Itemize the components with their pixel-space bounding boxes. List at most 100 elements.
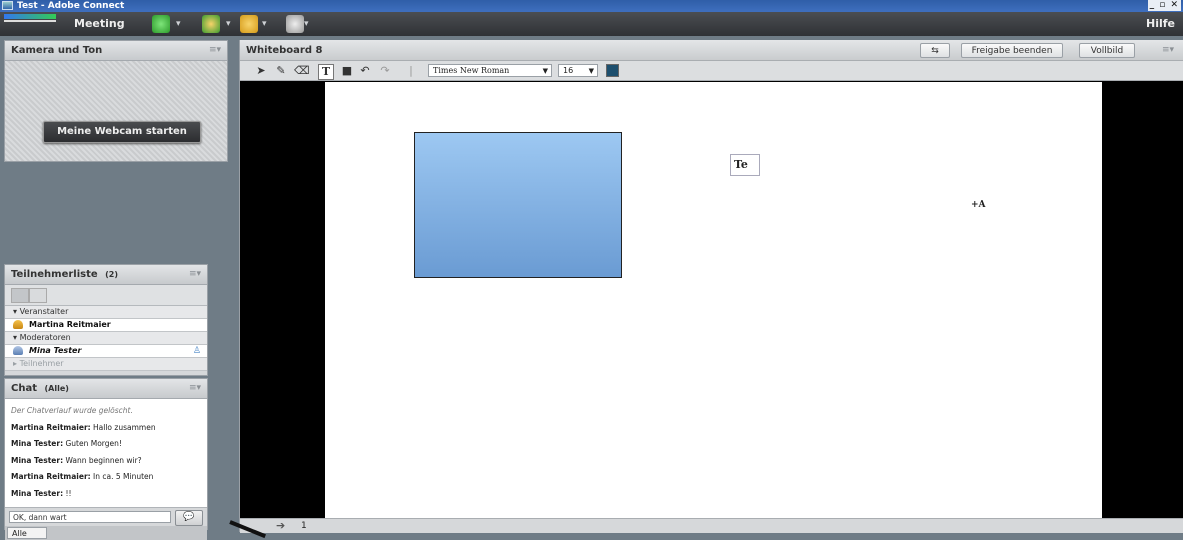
chat-author: Mina Tester: bbox=[11, 439, 64, 448]
page-number: 1 bbox=[301, 521, 307, 531]
chevron-down-icon[interactable]: ▾ bbox=[262, 12, 267, 36]
list-view-icon[interactable] bbox=[11, 288, 29, 303]
chevron-down-icon[interactable]: ▾ bbox=[176, 12, 181, 36]
font-size-value: 16 bbox=[563, 66, 574, 75]
attendee-pod: Teilnehmerliste (2) ≡▾ ▾ Veranstalter Ma… bbox=[4, 264, 208, 376]
chevron-down-icon: ▼ bbox=[588, 67, 594, 75]
app-icon bbox=[2, 1, 13, 10]
chat-text: Wann beginnen wir? bbox=[65, 455, 142, 465]
camera-pod-title: Kamera und Ton bbox=[11, 45, 103, 56]
eraser-tool-icon[interactable]: ⌫ bbox=[294, 64, 310, 78]
start-webcam-button[interactable]: Meine Webcam starten bbox=[43, 121, 201, 143]
host-icon bbox=[13, 320, 23, 329]
chevron-down-icon[interactable]: ▾ bbox=[304, 12, 309, 36]
group-label: Teilnehmer bbox=[19, 359, 64, 368]
chat-input[interactable]: OK, dann wart bbox=[9, 511, 171, 523]
speaker-icon[interactable] bbox=[152, 15, 170, 33]
attendee-toolbar bbox=[5, 285, 207, 306]
window-title: Test - Adobe Connect bbox=[17, 1, 125, 11]
undo-icon[interactable]: ↶ bbox=[358, 64, 372, 78]
chat-message: Martina Reitmaier: In ca. 5 Minuten bbox=[11, 469, 202, 486]
group-label: Moderatoren bbox=[19, 333, 71, 342]
camera-pod-header: Kamera und Ton ≡▾ bbox=[5, 41, 227, 61]
sort-icon[interactable] bbox=[29, 288, 47, 303]
chat-author: Martina Reitmaier: bbox=[11, 472, 91, 481]
chat-tabs: Alle bbox=[5, 526, 207, 540]
shape-tool-icon[interactable]: ■ bbox=[340, 64, 354, 78]
whiteboard-header: Whiteboard 8 ⇆ Freigabe beenden Vollbild… bbox=[240, 40, 1183, 61]
whiteboard-pod: Whiteboard 8 ⇆ Freigabe beenden Vollbild… bbox=[239, 40, 1183, 533]
text-cursor-icon: +A bbox=[971, 200, 986, 210]
pencil-tool-icon[interactable]: ✎ bbox=[274, 64, 288, 78]
whiteboard-canvas[interactable]: Te +A bbox=[325, 82, 1102, 522]
presenter-icon bbox=[13, 346, 23, 355]
chat-text: Guten Morgen! bbox=[65, 439, 122, 448]
group-header-participants[interactable]: ▸ Teilnehmer bbox=[5, 358, 207, 371]
sync-button[interactable]: ⇆ bbox=[920, 43, 950, 58]
attendee-name: Martina Reitmaier bbox=[29, 320, 111, 329]
font-size-select[interactable]: 16 ▼ bbox=[558, 64, 598, 77]
microphone-icon: ♙ bbox=[192, 346, 201, 356]
attendee-item[interactable]: Mina Tester ♙ bbox=[5, 345, 207, 358]
stop-sharing-button[interactable]: Freigabe beenden bbox=[961, 43, 1063, 58]
camera-pod: Kamera und Ton ≡▾ Meine Webcam starten bbox=[4, 40, 228, 162]
chat-pod: Chat (Alle) ≡▾ Der Chatverlauf wurde gel… bbox=[4, 378, 208, 540]
send-message-button[interactable]: 💬 bbox=[175, 510, 203, 526]
chat-author: Martina Reitmaier: bbox=[11, 422, 91, 432]
color-picker[interactable] bbox=[606, 64, 619, 77]
chat-text: !! bbox=[65, 488, 72, 498]
microphone-icon[interactable] bbox=[202, 15, 220, 33]
chevron-down-icon[interactable]: ▾ bbox=[226, 12, 231, 36]
whiteboard-toolbar: ➤ ✎ ⌫ T ■ ↶ ↷ | Times New Roman ▼ 16 ▼ bbox=[240, 61, 1183, 81]
attendee-name: Mina Tester bbox=[29, 346, 82, 355]
sync-icon: ⇆ bbox=[931, 46, 939, 56]
attendee-pod-header: Teilnehmerliste (2) ≡▾ bbox=[5, 265, 207, 285]
attendee-pod-title: Teilnehmerliste bbox=[11, 269, 98, 280]
logo-underline bbox=[4, 20, 56, 22]
chat-author: Mina Tester: bbox=[11, 455, 64, 465]
chat-tab-all[interactable]: Alle bbox=[7, 527, 47, 539]
speech-bubble-icon: 💬 bbox=[183, 512, 195, 522]
group-label: Veranstalter bbox=[19, 307, 69, 316]
text-box[interactable]: Te bbox=[730, 154, 760, 176]
chevron-down-icon: ▼ bbox=[542, 67, 548, 75]
font-select[interactable]: Times New Roman ▼ bbox=[428, 64, 552, 77]
chat-pod-header: Chat (Alle) ≡▾ bbox=[5, 379, 207, 399]
camera-area: Meine Webcam starten bbox=[5, 61, 227, 161]
pod-menu-icon[interactable]: ≡▾ bbox=[189, 379, 201, 398]
text-tool-icon[interactable]: T bbox=[318, 64, 334, 80]
whiteboard-footer: ➔ 1 bbox=[240, 518, 1183, 533]
adobe-connect-logo bbox=[4, 14, 56, 19]
webcam-icon[interactable] bbox=[240, 15, 258, 33]
chat-text: Hallo zusammen bbox=[93, 422, 156, 432]
chat-pod-title: Chat bbox=[11, 383, 37, 394]
menu-help[interactable]: Hilfe bbox=[1146, 12, 1175, 36]
chat-messages: Der Chatverlauf wurde gelöscht. Martina … bbox=[5, 399, 207, 507]
attendee-item[interactable]: Martina Reitmaier bbox=[5, 319, 207, 332]
select-tool-icon[interactable]: ➤ bbox=[254, 64, 268, 78]
window-controls[interactable]: _ ▫ ✕ bbox=[1147, 0, 1181, 11]
pod-menu-icon[interactable]: ≡▾ bbox=[209, 41, 221, 60]
rectangle-shape[interactable] bbox=[414, 132, 622, 278]
redo-icon[interactable]: ↷ bbox=[378, 64, 392, 78]
chat-scope: (Alle) bbox=[44, 384, 69, 393]
chat-input-row: OK, dann wart 💬 bbox=[5, 507, 207, 526]
window-titlebar: Test - Adobe Connect _ ▫ ✕ bbox=[0, 0, 1183, 12]
pod-menu-icon[interactable]: ≡▾ bbox=[1162, 40, 1174, 61]
group-header-presenters[interactable]: ▾ Moderatoren bbox=[5, 332, 207, 345]
chat-message: Martina Reitmaier: Hallo zusammen bbox=[11, 420, 202, 437]
pod-menu-icon[interactable]: ≡▾ bbox=[189, 265, 201, 284]
separator: | bbox=[409, 64, 413, 77]
group-header-hosts[interactable]: ▾ Veranstalter bbox=[5, 306, 207, 319]
chat-info: Der Chatverlauf wurde gelöscht. bbox=[11, 406, 133, 415]
font-value: Times New Roman bbox=[433, 66, 510, 75]
chat-message: Mina Tester: Wann beginnen wir? bbox=[11, 453, 202, 470]
chat-message: Mina Tester: !! bbox=[11, 486, 202, 503]
chat-text: In ca. 5 Minuten bbox=[93, 472, 154, 481]
menu-meeting[interactable]: Meeting bbox=[74, 12, 125, 36]
next-page-icon[interactable]: ➔ bbox=[276, 519, 285, 533]
attendee-count: (2) bbox=[105, 270, 119, 279]
whiteboard-title: Whiteboard 8 bbox=[246, 45, 323, 56]
fullscreen-button[interactable]: Vollbild bbox=[1079, 43, 1135, 58]
raise-hand-icon[interactable] bbox=[286, 15, 304, 33]
